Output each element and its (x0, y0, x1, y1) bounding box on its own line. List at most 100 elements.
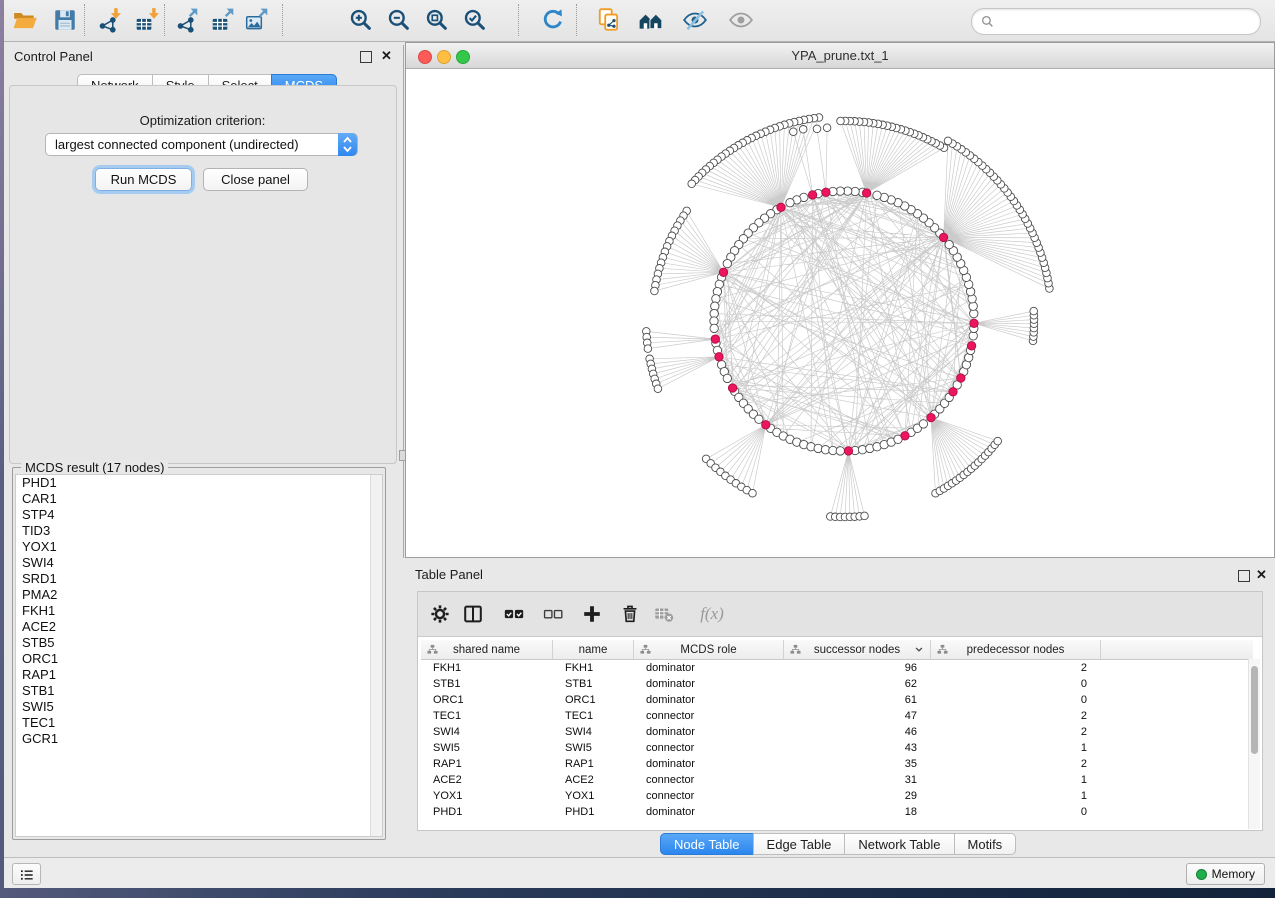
graph-hub-node[interactable] (901, 432, 909, 440)
mcds-result-item[interactable]: SWI5 (16, 699, 382, 715)
tab-node-table[interactable]: Node Table (660, 833, 754, 855)
graph-node[interactable] (654, 385, 662, 393)
mcds-result-item[interactable]: TID3 (16, 523, 382, 539)
graph-hub-node[interactable] (762, 421, 770, 429)
graph-node[interactable] (755, 415, 763, 423)
column-header-shared-name[interactable]: shared name (421, 640, 553, 659)
graph-node[interactable] (651, 287, 659, 295)
mcds-result-item[interactable]: PHD1 (16, 475, 382, 491)
table-row[interactable]: FKH1FKH1dominator962 (421, 660, 1253, 676)
graph-node[interactable] (919, 420, 927, 428)
table-row[interactable]: ORC1ORC1dominator610 (421, 692, 1253, 708)
select-all-columns-button[interactable] (500, 600, 528, 628)
mcds-result-item[interactable]: CAR1 (16, 491, 382, 507)
import-network-button[interactable] (94, 5, 124, 35)
refresh-button[interactable] (538, 5, 568, 35)
graph-hub-node[interactable] (927, 413, 935, 421)
network-window-titlebar[interactable]: YPA_prune.txt_1 (406, 43, 1274, 69)
graph-node[interactable] (1030, 307, 1038, 315)
graph-node[interactable] (688, 180, 696, 188)
mcds-result-item[interactable]: ACE2 (16, 619, 382, 635)
graph-node[interactable] (790, 128, 798, 136)
float-table-panel-icon[interactable] (1238, 570, 1250, 582)
unselect-all-columns-button[interactable] (539, 600, 567, 628)
graph-node[interactable] (799, 126, 807, 134)
graph-hub-node[interactable] (939, 233, 947, 241)
tab-edge-table[interactable]: Edge Table (753, 833, 846, 855)
run-mcds-button[interactable]: Run MCDS (95, 168, 192, 191)
mcds-result-scrollbar[interactable] (370, 475, 382, 836)
graph-node[interactable] (749, 489, 757, 497)
table-row[interactable]: TEC1TEC1connector472 (421, 708, 1253, 724)
mcds-result-item[interactable]: SRD1 (16, 571, 382, 587)
memory-button[interactable]: Memory (1186, 863, 1265, 885)
graph-hub-node[interactable] (970, 319, 978, 327)
mcds-result-item[interactable]: PMA2 (16, 587, 382, 603)
graph-node[interactable] (723, 259, 731, 267)
mcds-result-item[interactable]: ORC1 (16, 651, 382, 667)
graph-node[interactable] (710, 324, 718, 332)
optimization-select[interactable]: largest connected component (undirected) (45, 133, 358, 156)
column-header-MCDS-role[interactable]: MCDS role (634, 640, 784, 659)
graph-node[interactable] (837, 117, 845, 125)
graph-hub-node[interactable] (715, 353, 723, 361)
graph-node[interactable] (786, 199, 794, 207)
graph-node[interactable] (644, 345, 652, 353)
graph-hub-node[interactable] (719, 268, 727, 276)
graph-hub-node[interactable] (728, 384, 736, 392)
close-panel-icon[interactable]: ✕ (381, 50, 392, 62)
graph-hub-node[interactable] (822, 188, 830, 196)
graph-hub-node[interactable] (957, 374, 965, 382)
delete-columns-button[interactable] (616, 600, 644, 628)
table-row[interactable]: STB1STB1dominator620 (421, 676, 1253, 692)
search-input[interactable] (999, 12, 1252, 32)
mcds-result-item[interactable]: STB5 (16, 635, 382, 651)
mcds-result-item[interactable]: GCR1 (16, 731, 382, 747)
add-column-button[interactable] (578, 600, 606, 628)
mcds-result-item[interactable]: TEC1 (16, 715, 382, 731)
graph-node[interactable] (944, 137, 952, 145)
export-image-button[interactable] (242, 5, 272, 35)
graph-node[interactable] (813, 125, 821, 133)
graph-node[interactable] (861, 512, 869, 520)
table-row[interactable]: SWI4SWI4dominator462 (421, 724, 1253, 740)
close-panel-button[interactable]: Close panel (203, 168, 308, 191)
zoom-selected-button[interactable] (460, 5, 490, 35)
table-row[interactable]: RAP1RAP1dominator352 (421, 756, 1253, 772)
zoom-fit-button[interactable] (422, 5, 452, 35)
graph-hub-node[interactable] (967, 342, 975, 350)
column-header-predecessor-nodes[interactable]: predecessor nodes (931, 640, 1101, 659)
graph-node[interactable] (823, 124, 831, 132)
graph-hub-node[interactable] (844, 447, 852, 455)
table-row[interactable]: PHD1PHD1dominator180 (421, 804, 1253, 820)
graph-hub-node[interactable] (777, 203, 785, 211)
graph-node[interactable] (723, 374, 731, 382)
tab-network-table[interactable]: Network Table (844, 833, 954, 855)
hide-selected-button[interactable] (680, 5, 710, 35)
zoom-out-button[interactable] (384, 5, 414, 35)
task-history-button[interactable] (12, 863, 41, 885)
new-network-from-selection-button[interactable] (594, 5, 624, 35)
save-session-button[interactable] (50, 5, 80, 35)
close-table-panel-icon[interactable]: ✕ (1256, 569, 1267, 581)
graph-hub-node[interactable] (808, 191, 816, 199)
mcds-result-item[interactable]: FKH1 (16, 603, 382, 619)
column-header-name[interactable]: name (553, 640, 634, 659)
mcds-result-item[interactable]: RAP1 (16, 667, 382, 683)
graph-hub-node[interactable] (862, 189, 870, 197)
mcds-result-item[interactable]: STP4 (16, 507, 382, 523)
mcds-result-item[interactable]: SWI4 (16, 555, 382, 571)
table-row[interactable]: YOX1YOX1connector291 (421, 788, 1253, 804)
mcds-result-list[interactable]: PHD1CAR1STP4TID3YOX1SWI4SRD1PMA2FKH1ACE2… (15, 474, 383, 837)
network-graph[interactable] (406, 69, 1274, 557)
show-columns-button[interactable] (459, 600, 487, 628)
graph-node[interactable] (873, 191, 881, 199)
table-scrollbar-thumb[interactable] (1251, 666, 1258, 754)
show-all-button[interactable] (726, 5, 756, 35)
network-canvas[interactable] (406, 69, 1274, 557)
float-panel-icon[interactable] (360, 51, 372, 63)
graph-node[interactable] (945, 240, 953, 248)
graph-node[interactable] (836, 447, 844, 455)
open-file-button[interactable] (10, 5, 40, 35)
first-neighbors-button[interactable] (636, 5, 666, 35)
